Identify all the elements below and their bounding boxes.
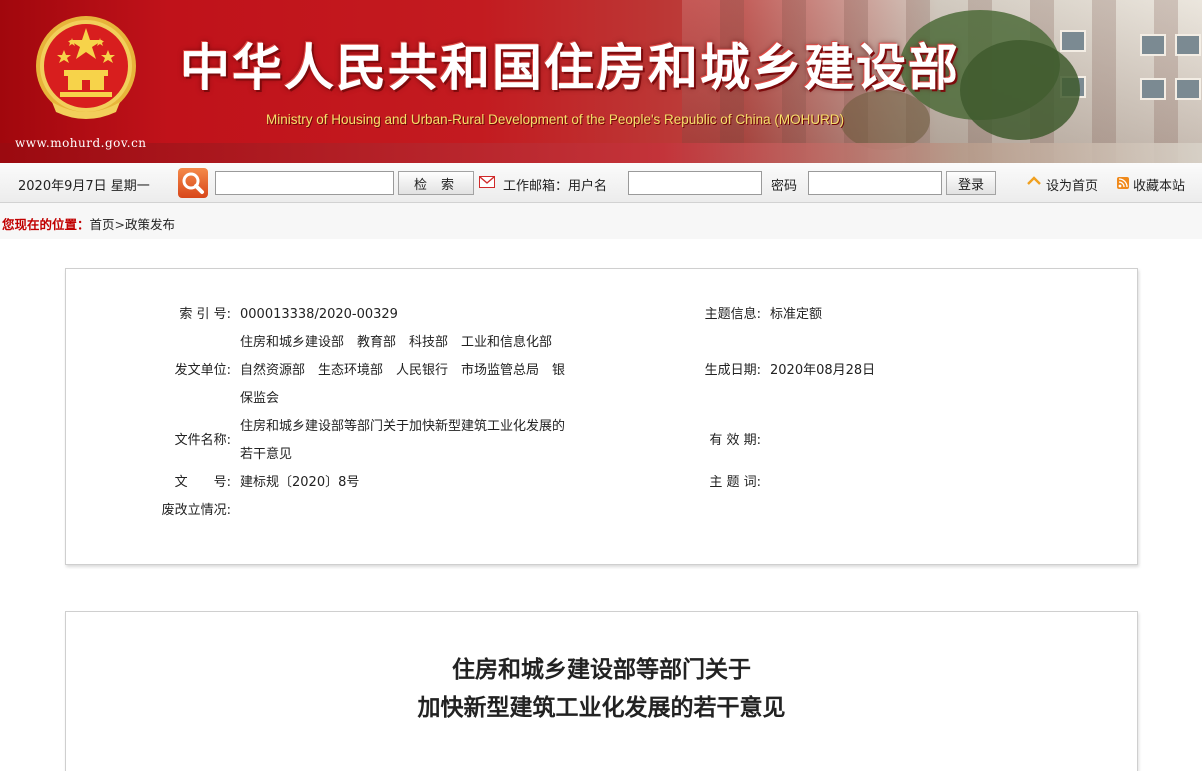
issuer-line-3: 保监会 <box>240 391 280 406</box>
issuer-label: 发文单位: <box>174 363 231 378</box>
breadcrumb-current-link[interactable]: 政策发布 <box>125 217 175 232</box>
breadcrumb-label: 您现在的位置： <box>2 217 90 232</box>
site-title-cn: 中华人民共和国住房和城乡建设部 <box>180 39 960 97</box>
current-date: 2020年9月7日 星期一 <box>18 179 150 194</box>
issuer-line-2: 自然资源部 生态环境部 人民银行 市场监管总局 银 <box>240 363 566 378</box>
keyword-label: 主 题 词: <box>709 475 761 490</box>
banner-tree <box>960 40 1080 140</box>
revision-status-label: 废改立情况: <box>161 503 231 518</box>
work-mail-username-label: 工作邮箱：用户名 <box>503 179 608 194</box>
login-button[interactable]: 登录 <box>946 171 996 195</box>
search-button[interactable]: 检索 <box>398 171 474 195</box>
breadcrumb: 您现在的位置：首页>政策发布 <box>2 214 175 233</box>
issuer-line-1: 住房和城乡建设部 教育部 科技部 工业和信息化部 <box>240 335 553 350</box>
breadcrumb-strip <box>0 203 1202 239</box>
password-label: 密码 <box>771 179 798 194</box>
document-number-value: 建标规〔2020〕8号 <box>240 475 360 490</box>
article-content: 住房和城乡建设部等部门关于 加快新型建筑工业化发展的若干意见 <box>65 611 1138 771</box>
document-info-box: 索 引 号: 000013338/2020-00329 主题信息: 标准定额 住… <box>65 268 1138 565</box>
password-input[interactable] <box>808 171 942 195</box>
file-name-line-1: 住房和城乡建设部等部门关于加快新型建筑工业化发展的 <box>240 419 566 434</box>
banner-window <box>1175 34 1201 56</box>
generated-date-label: 生成日期: <box>704 363 761 378</box>
set-homepage-link[interactable]: 设为首页 <box>1046 175 1098 194</box>
banner-window <box>1060 30 1086 52</box>
username-input[interactable] <box>628 171 762 195</box>
national-emblem-icon[interactable] <box>34 14 138 124</box>
banner-road <box>0 143 1202 163</box>
index-number-label: 索 引 号: <box>179 307 231 322</box>
document-number-label: 文 号: <box>174 475 231 490</box>
banner-window <box>1175 78 1201 100</box>
validity-label: 有 效 期: <box>709 433 761 448</box>
topic-info-value: 标准定额 <box>770 307 823 322</box>
file-name-label: 文件名称: <box>174 433 231 448</box>
rss-icon <box>1117 177 1129 189</box>
site-banner: www.mohurd.gov.cn 中华人民共和国住房和城乡建设部 Minist… <box>0 0 1202 163</box>
site-title-en: Ministry of Housing and Urban-Rural Deve… <box>266 112 845 127</box>
generated-date-value: 2020年08月28日 <box>770 363 876 378</box>
search-icon[interactable] <box>178 168 208 198</box>
bookmark-site-link[interactable]: 收藏本站 <box>1133 175 1185 194</box>
breadcrumb-separator: > <box>114 217 126 232</box>
banner-window <box>1140 34 1166 56</box>
site-url: www.mohurd.gov.cn <box>15 136 147 150</box>
breadcrumb-home-link[interactable]: 首页 <box>90 217 115 232</box>
mail-icon <box>479 176 495 188</box>
file-name-line-2: 若干意见 <box>240 447 293 462</box>
article-title-line-2: 加快新型建筑工业化发展的若干意见 <box>417 695 786 721</box>
article-title-line-1: 住房和城乡建设部等部门关于 <box>452 657 751 683</box>
search-input[interactable] <box>215 171 394 195</box>
topic-info-label: 主题信息: <box>704 307 761 322</box>
banner-window <box>1140 78 1166 100</box>
home-arrow-icon <box>1027 176 1041 185</box>
top-toolbar: 2020年9月7日 星期一 检索 工作邮箱：用户名 密码 登录 设为首页 收藏本… <box>0 163 1202 203</box>
index-number-value: 000013338/2020-00329 <box>240 307 398 322</box>
